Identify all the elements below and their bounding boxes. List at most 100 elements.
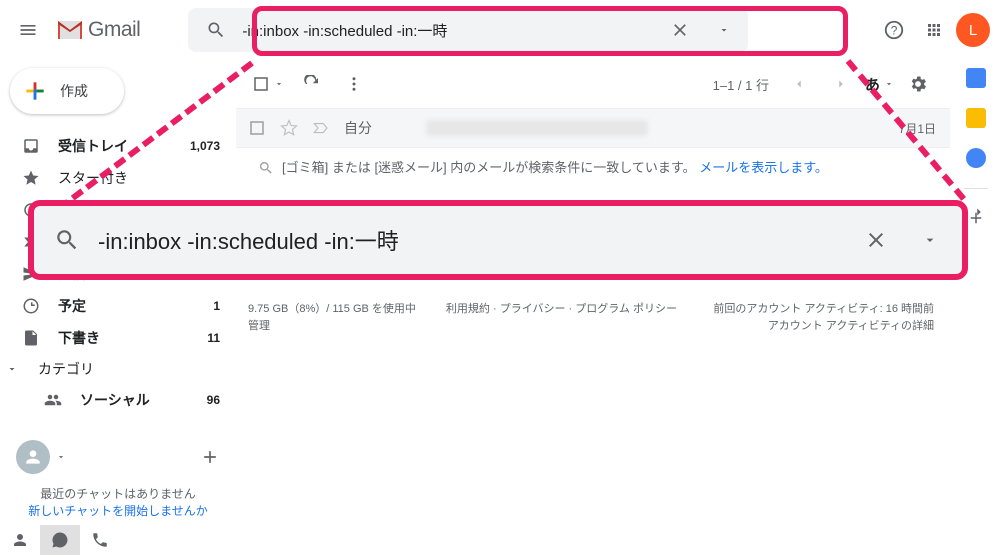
chevron-right-icon	[972, 205, 986, 219]
hamburger-icon	[18, 20, 38, 40]
sidebar-item-inbox[interactable]: 受信トレイ 1,073	[0, 130, 236, 162]
draft-icon	[22, 329, 40, 347]
phone-icon	[91, 531, 109, 549]
sidebar-item-count: 1	[213, 299, 220, 313]
avatar-initial: L	[969, 22, 977, 39]
zoom-dropdown-button[interactable]	[912, 232, 948, 248]
checkbox-icon[interactable]	[248, 119, 266, 137]
divider	[964, 188, 988, 189]
hangouts-avatar[interactable]	[16, 440, 50, 474]
sidebar-item-label: スター付き	[58, 168, 220, 188]
mail-sender: 自分	[344, 118, 372, 138]
person-icon	[23, 447, 43, 467]
chevron-down-icon	[6, 363, 18, 375]
dropdown-icon	[718, 24, 730, 36]
sidebar: 作成 受信トレイ 1,073 スター付き スヌーズ中 重要 送信済み 予定 1	[0, 60, 236, 557]
footer: 9.75 GB（8%）/ 115 GB を使用中 管理 利用規約 · プライバシ…	[236, 295, 950, 335]
dropdown-icon	[884, 79, 894, 89]
tasks-addon[interactable]	[966, 148, 986, 168]
chevron-right-icon	[834, 77, 848, 91]
star-icon[interactable]	[280, 119, 298, 137]
refresh-icon	[303, 75, 321, 93]
activity-line: 前回のアカウント アクティビティ: 16 時間前	[713, 301, 934, 318]
search-button[interactable]	[198, 12, 234, 48]
compose-button[interactable]: 作成	[10, 68, 124, 114]
storage-manage[interactable]: 管理	[248, 318, 416, 335]
zoom-search-text: -in:inbox -in:scheduled -in:一時	[98, 224, 840, 256]
toolbar: 1–1 / 1 行 あ	[236, 60, 950, 108]
keep-addon[interactable]	[966, 108, 986, 128]
chat-icon	[51, 531, 69, 549]
main: 1–1 / 1 行 あ 自分 7月1日 [ゴミ箱] または [迷惑メール] 内の…	[236, 60, 1000, 557]
gmail-envelope-icon	[56, 19, 84, 41]
dropdown-icon	[922, 232, 938, 248]
star-icon	[22, 169, 40, 187]
page-count: 1–1 / 1 行	[713, 75, 769, 94]
chevron-down-icon[interactable]	[56, 452, 66, 462]
hangouts-no-recent: 最近のチャットはありません	[8, 485, 228, 502]
sidebar-item-count: 96	[207, 393, 220, 407]
schedule-icon	[22, 297, 40, 315]
sidebar-item-drafts[interactable]: 下書き 11	[0, 322, 236, 354]
hangouts-tab-chats[interactable]	[40, 525, 80, 555]
chevron-left-icon	[792, 77, 806, 91]
sidebar-item-category[interactable]: カテゴリ	[0, 354, 236, 384]
person-icon	[11, 531, 29, 549]
hangouts-panel: 最近のチャットはありません 新しいチャットを開始しませんか	[0, 433, 236, 557]
search-icon	[206, 20, 226, 40]
zoom-close-button[interactable]	[858, 228, 894, 252]
sidebar-item-label: ソーシャル	[80, 390, 189, 410]
search-input[interactable]	[242, 22, 654, 39]
checkbox-icon	[252, 75, 270, 93]
collapse-addons-button[interactable]	[972, 205, 986, 219]
mail-row[interactable]: 自分 7月1日	[236, 108, 950, 148]
activity-details[interactable]: アカウント アクティビティの詳細	[713, 318, 934, 335]
sidebar-item-label: カテゴリ	[38, 359, 94, 379]
settings-button[interactable]	[900, 66, 936, 102]
close-icon	[864, 228, 888, 252]
policies[interactable]: 利用規約 · プライバシー · プログラム ポリシー	[446, 301, 683, 335]
gmail-logo-text: Gmail	[88, 18, 140, 42]
help-button[interactable]: ?	[876, 12, 912, 48]
svg-text:?: ?	[891, 24, 898, 38]
clear-search-button[interactable]	[662, 12, 698, 48]
gear-icon	[908, 74, 928, 94]
search-icon	[258, 160, 274, 176]
plus-icon	[200, 447, 220, 467]
calendar-addon[interactable]	[966, 68, 986, 88]
plus-icon	[22, 78, 48, 104]
sidebar-item-label: 下書き	[58, 328, 189, 348]
dropdown-icon	[274, 79, 284, 89]
more-button[interactable]	[336, 66, 372, 102]
sidebar-item-count: 11	[207, 331, 220, 345]
account-avatar[interactable]: L	[956, 13, 990, 47]
search-bar	[188, 8, 748, 52]
annotation-zoom-box: -in:inbox -in:scheduled -in:一時	[28, 200, 968, 280]
gmail-logo: Gmail	[56, 18, 140, 42]
select-all-checkbox[interactable]	[248, 71, 288, 97]
sidebar-item-social[interactable]: ソーシャル 96	[0, 384, 236, 416]
hangouts-start-link[interactable]: 新しいチャットを開始しませんか	[8, 502, 228, 519]
header-right: ? L	[876, 12, 990, 48]
sidebar-item-scheduled[interactable]: 予定 1	[0, 290, 236, 322]
hangouts-tab-calls[interactable]	[80, 525, 120, 555]
sidebar-item-label: 予定	[58, 296, 195, 316]
new-chat-button[interactable]	[200, 439, 220, 475]
hangouts-tab-contacts[interactable]	[0, 525, 40, 555]
trash-spam-hint: [ゴミ箱] または [迷惑メール] 内のメールが検索条件に一致しています。 メー…	[236, 148, 950, 195]
menu-button[interactable]	[8, 10, 48, 50]
refresh-button[interactable]	[294, 66, 330, 102]
trash-hint-text: [ゴミ箱] または [迷惑メール] 内のメールが検索条件に一致しています。	[282, 160, 696, 175]
search-options-button[interactable]	[706, 12, 742, 48]
prev-page-button[interactable]	[781, 66, 817, 102]
storage-line: 9.75 GB（8%）/ 115 GB を使用中	[248, 301, 416, 318]
trash-hint-link[interactable]: メールを表示します。	[699, 160, 828, 175]
close-icon	[670, 20, 690, 40]
more-vert-icon	[345, 75, 363, 93]
mail-subject-blurred	[426, 120, 648, 136]
apps-button[interactable]	[916, 12, 952, 48]
apps-icon	[925, 21, 943, 39]
important-icon[interactable]	[312, 119, 330, 137]
hangouts-tabs	[0, 523, 236, 557]
sidebar-item-count: 1,073	[190, 139, 220, 153]
